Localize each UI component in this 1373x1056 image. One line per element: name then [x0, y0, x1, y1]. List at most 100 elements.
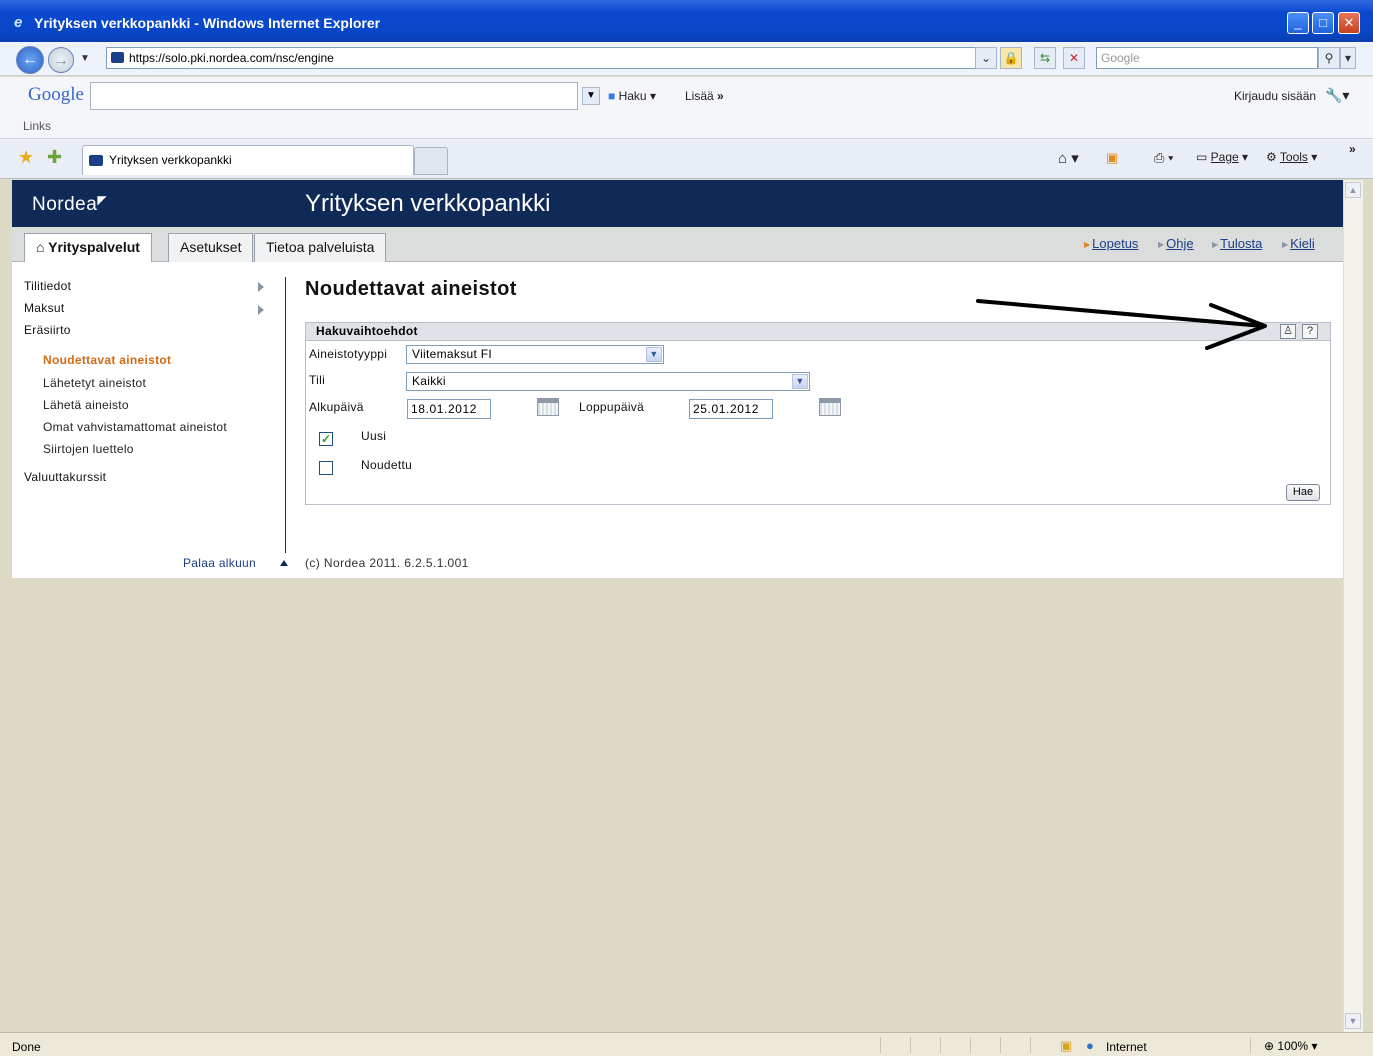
scroll-up-icon[interactable]: ▲ — [1345, 182, 1361, 198]
sidebar-item-maksut[interactable]: Maksut — [24, 301, 64, 315]
toolbar-overflow-icon[interactable]: » — [1349, 142, 1356, 156]
tab-tietoa-palveluista[interactable]: Tietoa palveluista — [254, 233, 387, 262]
sidebar-item-laheta-aineisto[interactable]: Lähetä aineisto — [43, 398, 129, 412]
back-to-top-link[interactable]: Palaa alkuun — [183, 556, 256, 570]
copyright-footer: (c) Nordea 2011. 6.2.5.1.001 — [305, 556, 469, 570]
forward-button[interactable]: → — [48, 47, 74, 73]
tab-favicon-icon — [89, 155, 103, 166]
user-icon[interactable]: ♙ — [1280, 324, 1296, 339]
page-menu[interactable]: ▭ Page ▾ — [1196, 150, 1248, 164]
help-icon[interactable]: ? — [1302, 324, 1318, 339]
search-options-panel — [305, 341, 1331, 505]
favorites-star-icon[interactable]: ★ — [18, 147, 34, 168]
google-search-icon: ■ — [608, 89, 616, 103]
link-ohje[interactable]: ▶ Ohje — [1158, 236, 1194, 251]
nordea-sail-icon: ◤ — [97, 193, 108, 207]
end-date-input[interactable]: 25.01.2012 — [689, 399, 773, 419]
page-title: Noudettavat aineistot — [305, 278, 517, 300]
new-checkbox[interactable]: ✓ — [319, 432, 333, 446]
scroll-down-icon[interactable]: ▼ — [1345, 1013, 1361, 1029]
sidebar-item-lahetetyt-aineistot[interactable]: Lähetetyt aineistot — [43, 376, 146, 390]
start-date-input[interactable]: 18.01.2012 — [407, 399, 491, 419]
annotation-arrow-icon — [976, 299, 1267, 350]
link-kieli[interactable]: ▶ Kieli — [1282, 236, 1315, 251]
sidebar-item-omat-vahvistamattomat[interactable]: Omat vahvistamattomat aineistot — [43, 420, 227, 434]
link-arrow-icon: ▶ — [1282, 240, 1289, 249]
sidebar-item-tilitiedot[interactable]: Tilitiedot — [24, 279, 71, 293]
feeds-icon[interactable]: ▣ — [1106, 150, 1118, 166]
google-logo: Google — [28, 84, 84, 105]
end-date-label: Loppupäivä — [579, 400, 645, 414]
favicon-icon — [111, 52, 124, 63]
link-tulosta[interactable]: ▶ Tulosta — [1212, 236, 1262, 251]
sidebar-item-noudettavat-aineistot[interactable]: Noudettavat aineistot — [43, 353, 171, 367]
start-date-label: Alkupäivä — [309, 400, 364, 414]
zoom-control[interactable]: ⊕ 100% ▾ — [1264, 1039, 1317, 1053]
ie-logo-icon: e — [14, 14, 23, 31]
site-title: Yrityksen verkkopankki — [305, 190, 551, 217]
links-bar[interactable]: Links — [23, 119, 51, 133]
calendar-icon[interactable] — [819, 398, 841, 416]
stop-icon[interactable]: ✕ — [1063, 47, 1085, 69]
new-label: Uusi — [361, 429, 387, 443]
url-dropdown-icon[interactable]: ⌄ — [975, 47, 997, 69]
maximize-button[interactable]: □ — [1312, 12, 1334, 34]
link-arrow-icon: ▶ — [1158, 240, 1165, 249]
site-header: Nordea◤ Yrityksen verkkopankki — [12, 180, 1343, 227]
chevron-down-icon[interactable]: ▼ — [792, 374, 808, 389]
fetched-label: Noudettu — [361, 458, 413, 472]
lock-icon[interactable]: 🔒 — [1000, 47, 1022, 69]
zone-text: Internet — [1106, 1040, 1147, 1054]
search-options-icon[interactable]: ▾ — [1340, 47, 1356, 69]
vertical-scrollbar[interactable] — [1343, 180, 1363, 1032]
calendar-icon[interactable] — [537, 398, 559, 416]
globe-icon: ● — [1086, 1038, 1094, 1053]
magnifier-icon: ⊕ — [1264, 1039, 1275, 1053]
close-window-button[interactable]: ✕ — [1338, 12, 1360, 34]
url-text: https://solo.pki.nordea.com/nsc/engine — [129, 51, 334, 65]
sidebar-divider — [285, 277, 286, 553]
up-arrow-icon[interactable] — [280, 560, 288, 566]
sidebar-expand-icon[interactable] — [258, 282, 264, 292]
google-dropdown-icon[interactable]: ▼ — [582, 87, 600, 105]
back-button[interactable]: ← — [16, 46, 44, 74]
account-label: Tili — [309, 373, 326, 387]
gear-icon: ⚙ — [1266, 150, 1277, 164]
sidebar-item-valuuttakurssit[interactable]: Valuuttakurssit — [24, 470, 106, 484]
status-bar: Done ▣ ● Internet ⊕ 100% ▾ — [0, 1032, 1373, 1056]
search-button[interactable]: Hae — [1286, 484, 1320, 501]
google-more-button[interactable]: Lisää » — [685, 89, 724, 103]
search-input[interactable]: Google — [1096, 47, 1318, 69]
link-arrow-icon: ▶ — [1212, 240, 1219, 249]
home-icon[interactable]: ⌂ ▾ — [1058, 149, 1079, 167]
google-search-button[interactable]: ■ Haku ▾ — [608, 89, 656, 103]
history-dropdown-icon[interactable]: ▼ — [80, 53, 90, 64]
sidebar-item-erasiirto[interactable]: Eräsiirto — [24, 323, 71, 337]
account-select[interactable]: Kaikki ▼ — [406, 372, 810, 391]
refresh-icon[interactable]: ⇆ — [1034, 47, 1056, 69]
google-search-input[interactable] — [90, 82, 578, 110]
browser-tab[interactable]: Yrityksen verkkopankki — [82, 145, 414, 175]
add-favorites-icon[interactable]: ✚ — [47, 147, 62, 168]
print-icon[interactable]: ⎙ ▾ — [1154, 150, 1173, 166]
type-label: Aineistotyyppi — [309, 347, 388, 361]
sidebar-item-siirtojen-luettelo[interactable]: Siirtojen luettelo — [43, 442, 134, 456]
type-select[interactable]: Viitemaksut FI ▼ — [406, 345, 664, 364]
wrench-icon[interactable]: 🔧▾ — [1325, 87, 1349, 104]
nordea-logo[interactable]: Nordea◤ — [32, 193, 107, 216]
link-lopetus[interactable]: ▶ Lopetus — [1084, 236, 1138, 251]
minimize-button[interactable]: _ — [1287, 12, 1309, 34]
tab-asetukset[interactable]: Asetukset — [168, 233, 254, 262]
url-input[interactable]: https://solo.pki.nordea.com/nsc/engine — [106, 47, 996, 69]
sidebar-expand-icon[interactable] — [258, 305, 264, 315]
search-icon[interactable]: ⚲ — [1318, 47, 1340, 69]
home-icon: ⌂ — [36, 239, 45, 255]
tools-menu[interactable]: ⚙ Tools ▾ — [1266, 150, 1317, 164]
status-text: Done — [12, 1040, 41, 1054]
protected-mode-icon[interactable]: ▣ — [1060, 1038, 1072, 1054]
google-signin-link[interactable]: Kirjaudu sisään — [1234, 89, 1316, 103]
tab-yrityspalvelut[interactable]: ⌂ Yrityspalvelut — [24, 233, 152, 263]
chevron-down-icon[interactable]: ▼ — [646, 347, 662, 362]
new-tab-button[interactable] — [414, 147, 448, 175]
fetched-checkbox[interactable] — [319, 461, 333, 475]
